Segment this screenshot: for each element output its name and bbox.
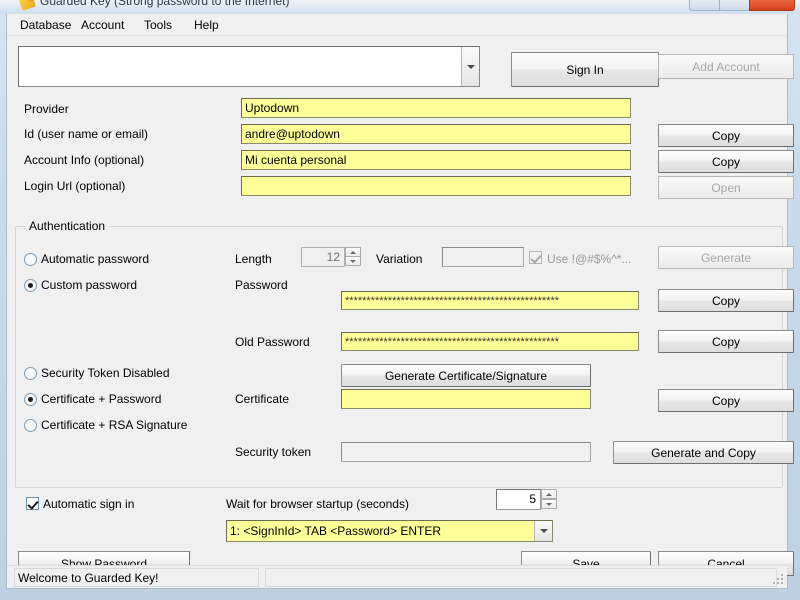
length-label: Length <box>235 252 272 266</box>
authentication-group-title: Authentication <box>25 219 110 233</box>
password-label: Password <box>235 278 288 292</box>
menu-item-tools[interactable]: Tools <box>137 17 179 33</box>
old-password-label: Old Password <box>235 335 310 349</box>
special-chars-label: Use !@#$%^*... <box>547 252 632 266</box>
custom-password-label: Custom password <box>41 278 138 292</box>
radio-security-token-disabled[interactable] <box>24 367 37 380</box>
provider-input[interactable]: Uptodown <box>241 98 631 118</box>
wait-seconds-stepper[interactable]: 5 <box>496 489 560 510</box>
menu-item-database[interactable]: Database <box>13 17 78 33</box>
special-chars-checkbox[interactable] <box>529 251 542 264</box>
copy-old-password-button[interactable]: Copy <box>658 330 794 353</box>
sign-in-button[interactable]: Sign In <box>511 52 659 87</box>
wait-seconds-input[interactable]: 5 <box>496 489 541 510</box>
sign-in-script-value: 1: <SignInId> TAB <Password> ENTER <box>230 524 441 538</box>
open-login-url-button[interactable]: Open <box>658 176 794 199</box>
title-bar: Guarded Key (Strong password to the Inte… <box>0 0 800 14</box>
wait-spin-buttons[interactable] <box>541 489 557 510</box>
menu-item-help[interactable]: Help <box>187 17 226 33</box>
radio-certificate-password[interactable] <box>24 393 37 406</box>
generate-and-copy-button[interactable]: Generate and Copy <box>613 441 794 464</box>
id-label: Id (user name or email) <box>24 127 149 141</box>
chevron-down-icon[interactable] <box>461 47 479 86</box>
variation-label: Variation <box>376 252 423 266</box>
wait-spin-up-icon[interactable] <box>541 489 557 499</box>
certificate-input[interactable] <box>341 389 591 409</box>
account-selector-combobox[interactable] <box>18 46 480 87</box>
add-account-button[interactable]: Add Account <box>658 54 794 79</box>
status-message-right <box>265 568 777 587</box>
maximize-button[interactable] <box>719 0 750 11</box>
certificate-rsa-label: Certificate + RSA Signature <box>41 418 188 432</box>
sign-in-script-combobox[interactable]: 1: <SignInId> TAB <Password> ENTER <box>226 520 553 542</box>
close-button[interactable] <box>749 0 795 11</box>
generate-certificate-button[interactable]: Generate Certificate/Signature <box>341 364 591 387</box>
login-url-input[interactable] <box>241 176 631 196</box>
length-input[interactable]: 12 <box>301 247 345 267</box>
automatic-sign-in-label: Automatic sign in <box>43 497 135 511</box>
copy-certificate-button[interactable]: Copy <box>658 389 794 412</box>
id-input[interactable]: andre@uptodown <box>241 124 631 144</box>
length-spin-buttons[interactable] <box>345 247 361 267</box>
login-url-label: Login Url (optional) <box>24 179 126 193</box>
certificate-label: Certificate <box>235 392 290 406</box>
resize-grip-icon[interactable] <box>773 574 785 586</box>
minimize-button[interactable] <box>689 0 720 11</box>
account-info-label: Account Info (optional) <box>24 153 145 167</box>
key-icon <box>18 0 36 11</box>
security-token-input[interactable] <box>341 442 591 462</box>
copy-password-button[interactable]: Copy <box>658 289 794 312</box>
password-input[interactable]: ****************************************… <box>341 291 639 310</box>
radio-certificate-rsa[interactable] <box>24 419 37 432</box>
wait-spin-down-icon[interactable] <box>541 499 557 509</box>
automatic-sign-in-checkbox[interactable] <box>26 497 39 510</box>
variation-input[interactable] <box>442 247 524 267</box>
radio-automatic-password[interactable] <box>24 253 37 266</box>
status-bar: Welcome to Guarded Key! <box>7 565 787 588</box>
security-token-label: Security token <box>235 445 312 459</box>
security-token-disabled-label: Security Token Disabled <box>41 366 170 380</box>
wait-browser-startup-label: Wait for browser startup (seconds) <box>226 497 409 511</box>
script-chevron-down-icon[interactable] <box>534 521 552 541</box>
menu-bar: Database Account Tools Help <box>7 14 787 36</box>
radio-custom-password[interactable] <box>24 279 37 292</box>
copy-id-button[interactable]: Copy <box>658 124 794 147</box>
generate-password-button[interactable]: Generate <box>658 246 794 269</box>
provider-label: Provider <box>24 102 69 116</box>
application-window: Guarded Key (Strong password to the Inte… <box>0 0 800 600</box>
status-message-left: Welcome to Guarded Key! <box>14 568 259 587</box>
account-info-input[interactable]: Mi cuenta personal <box>241 150 631 170</box>
automatic-password-label: Automatic password <box>41 252 150 266</box>
client-area: Database Account Tools Help Sign In Add … <box>6 14 794 589</box>
old-password-input[interactable]: ****************************************… <box>341 332 639 351</box>
length-stepper[interactable]: 12 <box>301 247 361 267</box>
window-title: Guarded Key (Strong password to the Inte… <box>40 0 290 8</box>
certificate-password-label: Certificate + Password <box>41 392 162 406</box>
menu-item-account[interactable]: Account <box>74 17 131 33</box>
copy-account-info-button[interactable]: Copy <box>658 150 794 173</box>
length-spin-down-icon[interactable] <box>345 256 361 266</box>
